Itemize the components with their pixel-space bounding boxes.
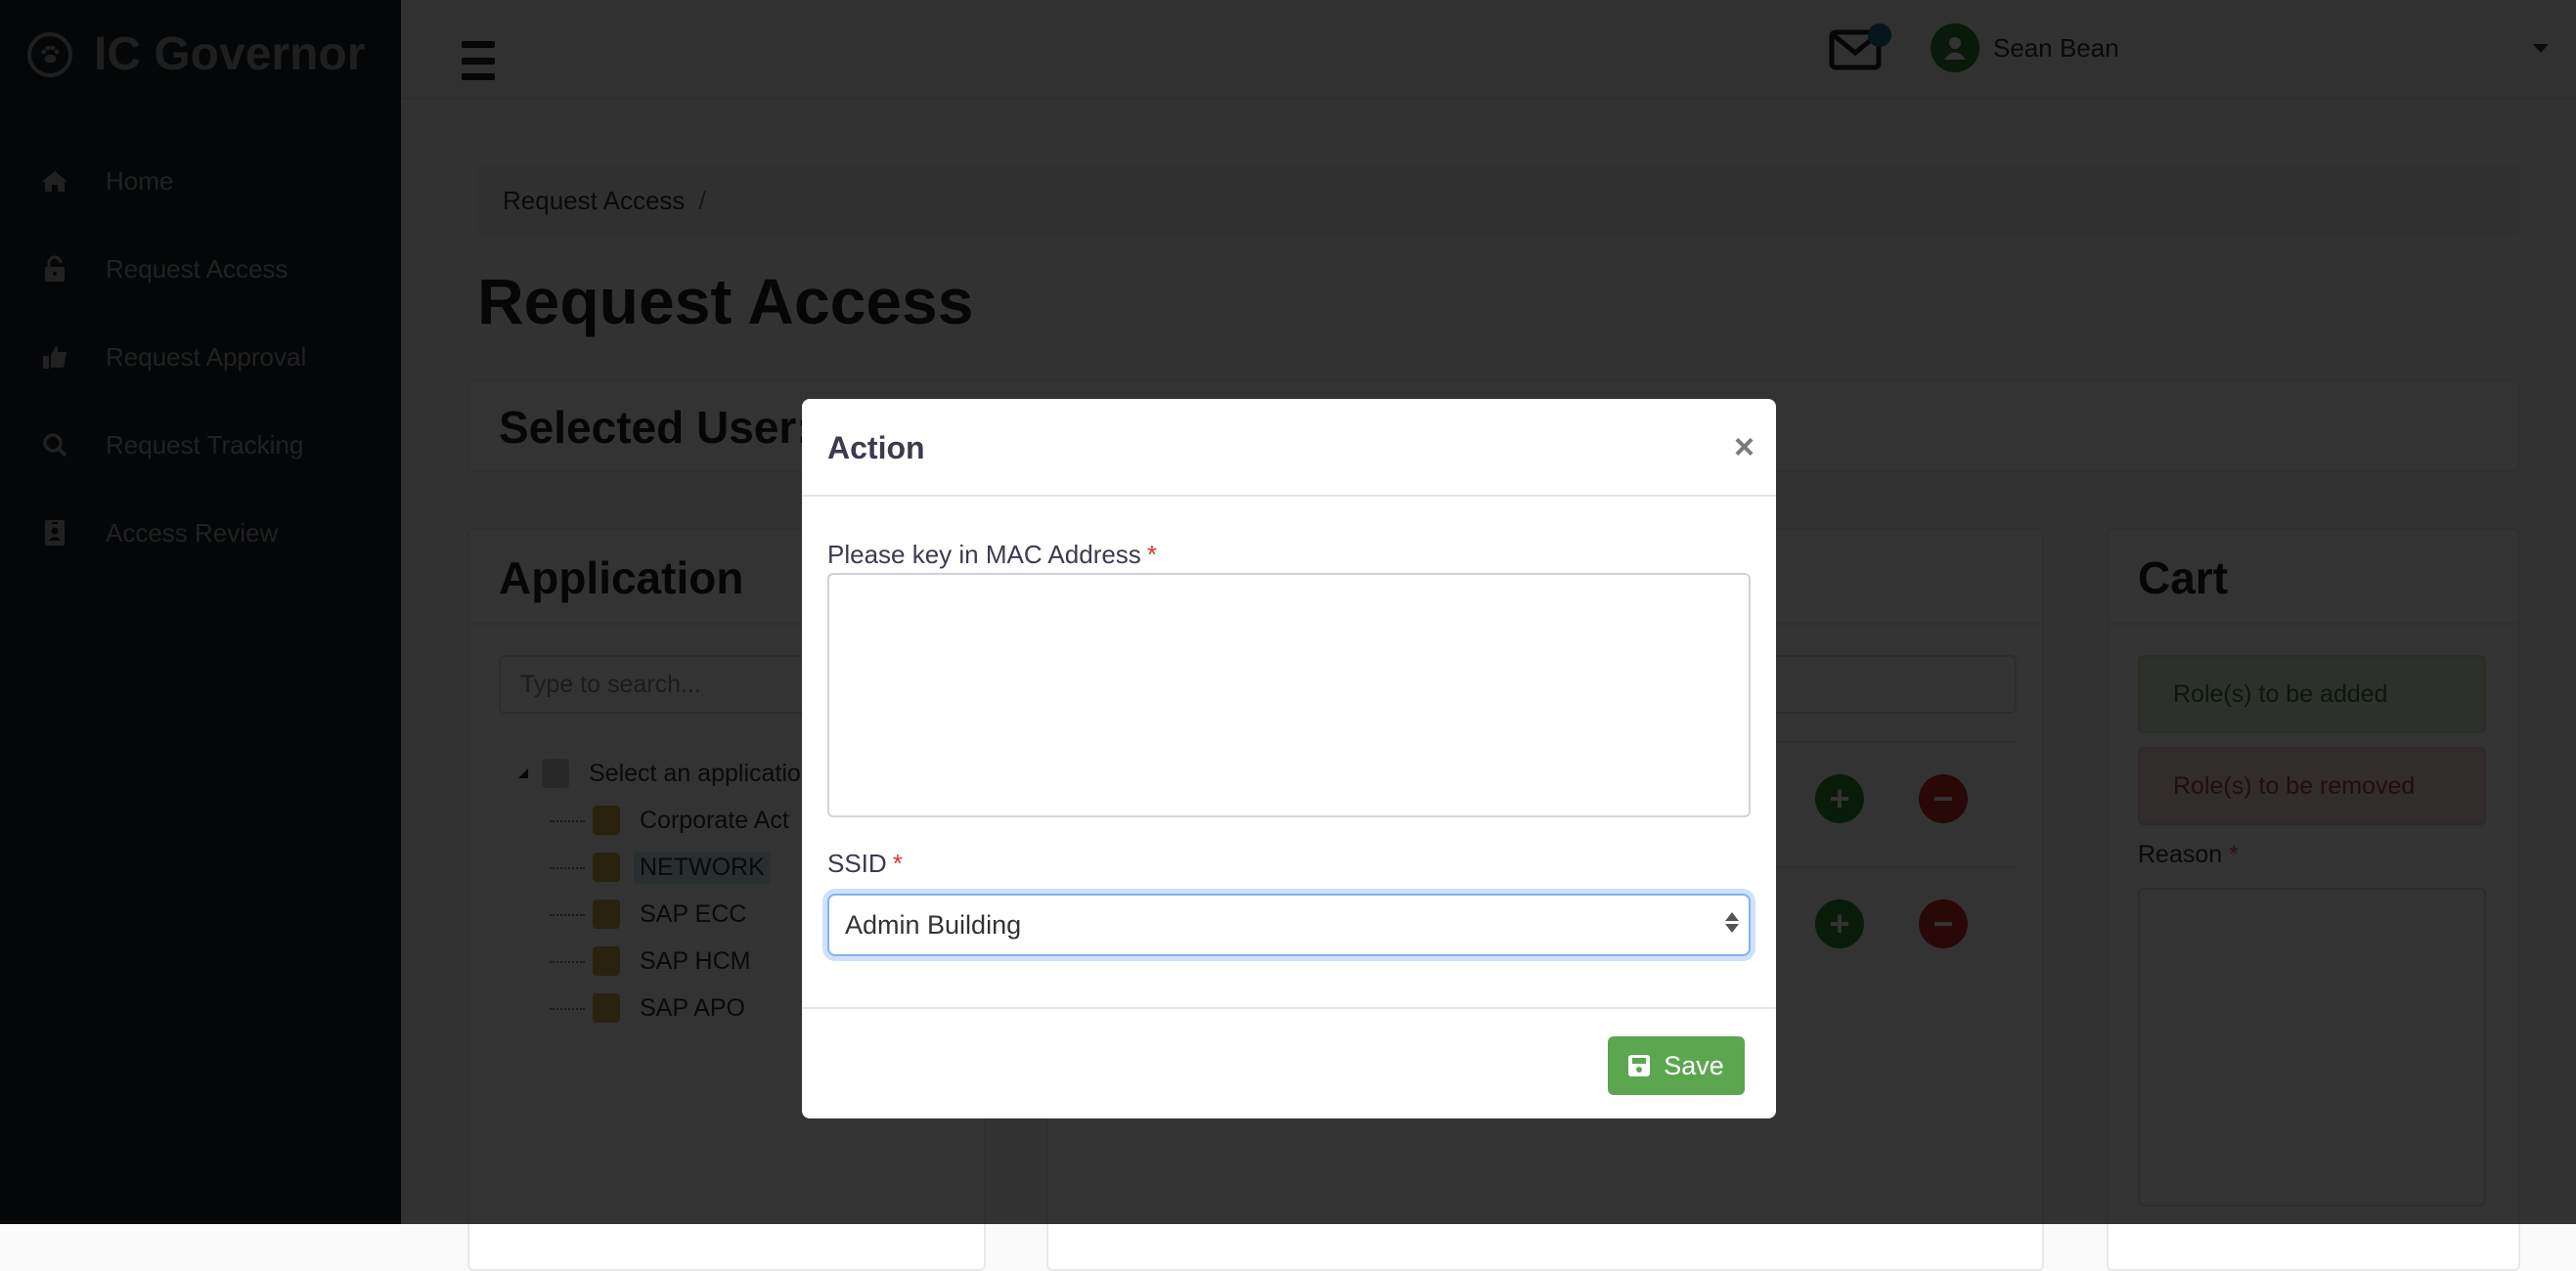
ssid-selected-value: Admin Building: [845, 909, 1022, 940]
floppy-disk-icon: [1628, 1055, 1651, 1076]
ssid-label: SSID *: [827, 849, 903, 879]
mac-address-textarea[interactable]: [827, 573, 1751, 817]
select-arrows-icon: [1725, 912, 1739, 933]
save-button[interactable]: Save: [1608, 1036, 1745, 1095]
save-button-label: Save: [1664, 1050, 1724, 1080]
mac-address-label: Please key in MAC Address *: [827, 540, 1157, 570]
required-marker: *: [1146, 540, 1157, 569]
modal-footer: Save: [802, 1007, 1776, 1120]
close-icon[interactable]: ×: [1734, 426, 1754, 467]
modal-header: Action ×: [802, 399, 1776, 497]
action-modal: Action × Please key in MAC Address * SSID…: [802, 399, 1776, 1118]
ssid-select[interactable]: Admin Building: [827, 894, 1751, 956]
required-marker: *: [892, 849, 903, 878]
mac-address-label-text: Please key in MAC Address: [827, 540, 1141, 569]
ssid-label-text: SSID: [827, 849, 887, 878]
modal-title: Action: [827, 430, 925, 465]
